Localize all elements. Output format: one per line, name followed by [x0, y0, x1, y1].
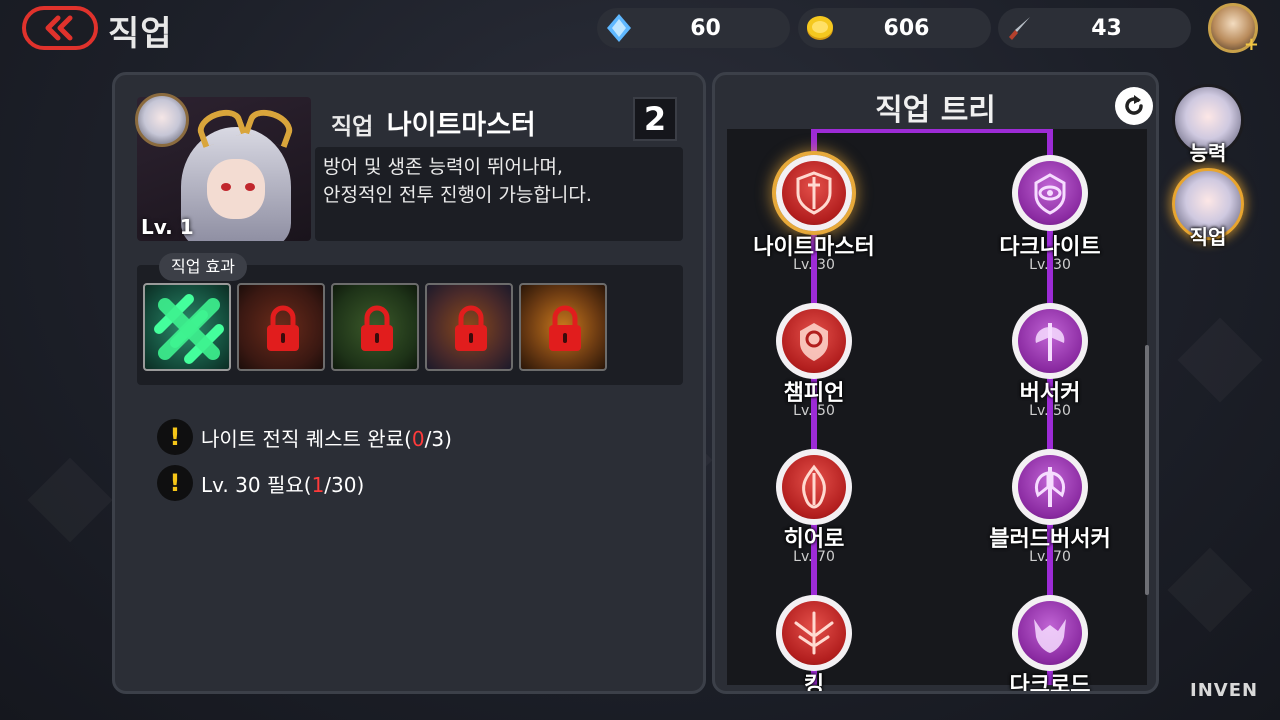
inven-watermark: INVEN — [1190, 680, 1259, 701]
bg-diamond — [28, 458, 113, 543]
job-description: 방어 및 생존 능력이 뛰어나며, 안정적인 전투 진행이 가능합니다. — [315, 147, 683, 241]
gold-coin-icon — [802, 10, 838, 46]
double-chevron-left-icon — [45, 15, 73, 41]
gem-counter[interactable]: 60 — [597, 8, 790, 48]
dark-eye-icon — [1034, 173, 1066, 215]
portrait-face — [207, 159, 265, 219]
axe-icon — [1035, 323, 1065, 361]
job-rank-badge: 2 — [633, 97, 677, 141]
gold-counter[interactable]: 606 — [798, 8, 991, 48]
locked-skill-slot[interactable] — [425, 283, 513, 371]
tree-scrollbar[interactable] — [1145, 345, 1149, 595]
green-cross-skill-icon[interactable] — [143, 283, 231, 371]
requirement-text: 나이트 전직 퀘스트 완료(0/3) — [201, 426, 452, 451]
demon-helm-icon — [1034, 619, 1066, 653]
dagger-counter[interactable]: 43 — [998, 8, 1191, 48]
bg-diamond — [1168, 548, 1253, 633]
bg-diamond — [1178, 318, 1263, 403]
portrait-level: Lv. 1 — [141, 215, 194, 239]
lock-icon — [267, 305, 299, 351]
sword-shield-icon — [796, 171, 832, 215]
winged-sword-icon — [794, 611, 834, 655]
job-node-berserker[interactable] — [1012, 303, 1088, 379]
locked-skill-slot[interactable] — [519, 283, 607, 371]
job-node-level: Lv. 30 — [793, 257, 835, 273]
dagger-icon — [1002, 10, 1038, 46]
job-node-bloodberserker[interactable] — [1012, 449, 1088, 525]
job-node-level: Lv. 70 — [793, 549, 835, 565]
locked-skill-slot[interactable] — [331, 283, 419, 371]
job-node-level: Lv. 50 — [793, 403, 835, 419]
character-mini-avatar — [135, 93, 189, 147]
refresh-button[interactable] — [1115, 87, 1153, 125]
portrait-eye — [221, 183, 231, 191]
profile-avatar[interactable]: + — [1208, 3, 1259, 55]
job-effects-tab: 직업 효과 — [159, 253, 247, 281]
side-tab-job[interactable]: 직업 — [1168, 164, 1248, 249]
side-tab-label: 능력 — [1189, 141, 1227, 165]
flame-sword-icon — [802, 464, 826, 509]
job-node-label: 킹 — [803, 673, 825, 694]
shield-emblem-icon — [800, 323, 828, 361]
warning-icon: ! — [157, 419, 193, 455]
job-tree-area: 나이트마스터 Lv. 30 챔피언 Lv. 50 히어로 Lv. 70 킹 다크… — [727, 129, 1147, 691]
requirement-quest: ! 나이트 전직 퀘스트 완료(0/3) — [157, 419, 452, 455]
warning-icon: ! — [157, 465, 193, 501]
tree-connector — [811, 129, 1051, 133]
back-button[interactable] — [22, 6, 98, 50]
job-tree-title: 직업 트리 — [875, 93, 996, 128]
job-node-label: 다크로드 — [1009, 673, 1091, 694]
job-node-hero[interactable] — [776, 449, 852, 525]
job-node-darklord[interactable] — [1012, 595, 1088, 671]
plus-icon: + — [1243, 34, 1259, 55]
job-name: 직업 나이트마스터 — [331, 103, 536, 142]
job-node-king[interactable] — [776, 595, 852, 671]
requirement-level: ! Lv. 30 필요(1/30) — [157, 465, 364, 501]
lock-icon — [549, 305, 581, 351]
job-node-level: Lv. 70 — [1029, 549, 1071, 565]
job-node-level: Lv. 30 — [1029, 257, 1071, 273]
portrait-eye — [245, 183, 255, 191]
job-node-level: Lv. 50 — [1029, 403, 1071, 419]
job-name-prefix: 직업 — [331, 114, 374, 140]
side-tab-label: 직업 — [1189, 225, 1227, 249]
job-info-panel: Lv. 1 직업 나이트마스터 2 방어 및 생존 능력이 뛰어나며, 안정적인… — [112, 72, 706, 694]
double-axe-icon — [1034, 467, 1066, 507]
page-title: 직업 — [108, 14, 173, 54]
job-name-value: 나이트마스터 — [386, 110, 536, 141]
refresh-icon — [1125, 95, 1143, 115]
job-node-champion[interactable] — [776, 303, 852, 379]
job-tree-panel: 직업 트리 나이트마스터 Lv. 30 챔피언 Lv. 50 히어로 Lv. 7… — [712, 72, 1159, 694]
blue-crystal-icon — [601, 10, 637, 46]
lock-icon — [455, 305, 487, 351]
locked-skill-slot[interactable] — [237, 283, 325, 371]
job-node-nightmaster[interactable] — [776, 155, 852, 231]
lock-icon — [361, 305, 393, 351]
side-tab-ability[interactable]: 능력 — [1168, 80, 1248, 165]
job-node-darkknight[interactable] — [1012, 155, 1088, 231]
requirement-text: Lv. 30 필요(1/30) — [201, 472, 365, 497]
